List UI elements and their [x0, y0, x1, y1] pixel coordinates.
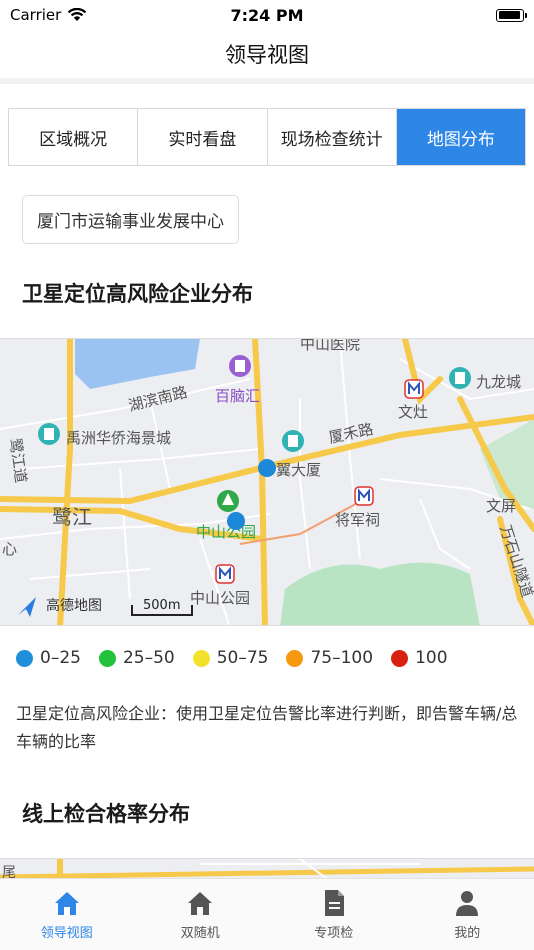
- tab-inspection-stats[interactable]: 现场检查统计: [268, 109, 397, 165]
- building-poi-icon: [38, 423, 60, 445]
- legend-dot: [286, 649, 304, 667]
- battery-icon: [496, 8, 527, 22]
- status-bar: Carrier 7:24 PM: [0, 0, 534, 30]
- map-canvas: 中山医院 百脑汇 湖滨南路 九龙城 禹洲华侨海景城 厦禾路 文灶 翼大厦 鹭江 …: [0, 339, 534, 625]
- legend-dot: [192, 649, 210, 667]
- home-icon: [188, 892, 213, 915]
- legend-item: 50–75: [192, 648, 268, 668]
- building-poi-icon: [282, 430, 304, 452]
- svg-text:500m: 500m: [143, 598, 180, 613]
- park-poi-icon: [217, 490, 239, 512]
- map-view-2[interactable]: 尾: [0, 858, 534, 880]
- map-label-wenping: 文屏: [486, 497, 516, 515]
- legend-item: 100: [391, 648, 448, 668]
- tabbar-special-inspection[interactable]: 专项检: [267, 879, 401, 950]
- map-label-wenzao: 文灶: [398, 403, 428, 421]
- tabbar-double-random[interactable]: 双随机: [134, 879, 268, 950]
- user-icon: [456, 891, 479, 916]
- map-label-xiada: 翼大厦: [276, 461, 321, 479]
- legend-dot: [16, 649, 33, 667]
- svg-text:高德地图: 高德地图: [46, 597, 102, 614]
- map-view[interactable]: 中山医院 百脑汇 湖滨南路 九龙城 禹洲华侨海景城 厦禾路 文灶 翼大厦 鹭江 …: [0, 338, 534, 626]
- status-left: Carrier: [10, 6, 87, 24]
- risk-legend: 0–25 25–50 50–75 75–100 100: [16, 648, 448, 668]
- wifi-icon: [68, 8, 87, 21]
- tab-map-distribution[interactable]: 地图分布: [396, 109, 525, 165]
- tabbar-mine[interactable]: 我的: [401, 879, 534, 950]
- tabbar-leader-view[interactable]: 领导视图: [0, 879, 134, 950]
- map-label-hospital: 中山医院: [300, 339, 360, 353]
- document-icon: [324, 890, 344, 916]
- bottom-tab-bar: 领导视图 双随机 专项检 我的: [0, 878, 534, 950]
- legend-dot: [98, 649, 116, 667]
- risk-marker[interactable]: [258, 459, 276, 477]
- risk-marker[interactable]: [227, 512, 245, 530]
- tab-realtime-dashboard[interactable]: 实时看盘: [138, 109, 268, 165]
- metro-station-icon: [404, 379, 424, 399]
- section-title-satellite: 卫星定位高风险企业分布: [22, 282, 253, 306]
- legend-item: 0–25: [16, 648, 81, 668]
- nav-bar: 领导视图: [0, 30, 534, 84]
- map-label-xin: 心: [2, 540, 17, 558]
- risk-description: 卫星定位高风险企业：使用卫星定位告警比率进行判断，即告警车辆/总车辆的比率: [16, 704, 518, 751]
- home-icon: [54, 892, 79, 915]
- carrier-label: Carrier: [10, 6, 62, 24]
- legend-dot: [391, 649, 409, 667]
- tab-region-overview[interactable]: 区域概况: [9, 109, 139, 165]
- map-label-yuzhou: 禹洲华侨海景城: [66, 429, 171, 447]
- map-label-jiulong: 九龙城: [476, 373, 521, 391]
- page-title: 领导视图: [225, 43, 309, 67]
- building-poi-icon: [229, 355, 251, 377]
- map-label-zhongshan-park-metro: 中山公园: [190, 589, 250, 607]
- segment-tabs: 区域概况 实时看盘 现场检查统计 地图分布: [8, 108, 526, 166]
- legend-item: 75–100: [286, 648, 373, 668]
- map-label-lujiang: 鹭江: [52, 505, 92, 529]
- map-label-zhongshan-park-poi: 中山公园: [196, 523, 256, 541]
- metro-station-icon: [354, 486, 374, 506]
- building-poi-icon: [449, 367, 471, 389]
- org-selector[interactable]: 厦门市运输事业发展中心: [22, 195, 239, 244]
- map-label-jiangjunci: 将军祠: [335, 511, 380, 529]
- legend-item: 25–50: [98, 648, 175, 668]
- map-label-bainaohui: 百脑汇: [215, 387, 260, 405]
- metro-station-icon: [215, 564, 235, 584]
- section-title-online-pass-rate: 线上检合格率分布: [22, 802, 190, 826]
